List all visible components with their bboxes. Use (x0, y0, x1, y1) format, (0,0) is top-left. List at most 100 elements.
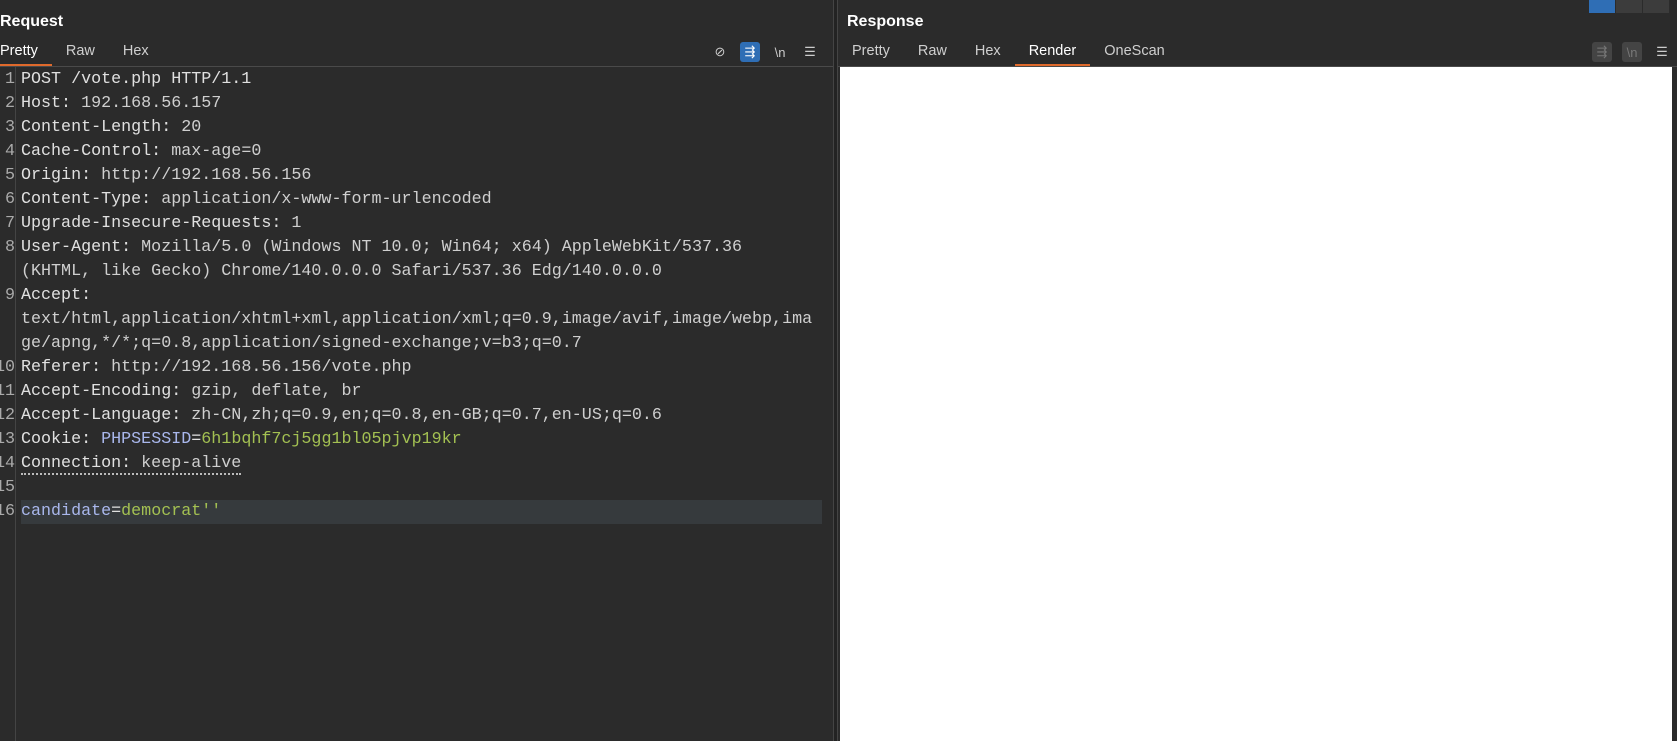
token: = (191, 430, 202, 449)
request-toolbar: ⊘ ⇶ \n ☰ (710, 42, 820, 62)
token: application/x-www-form-urlencoded (161, 190, 492, 209)
line-text: Accept: text/html,application/xhtml+xml,… (21, 284, 821, 356)
token: Content-Type: (21, 190, 162, 209)
word-wrap-icon[interactable]: ⇶ (740, 42, 760, 62)
token: PHPSESSID (101, 430, 192, 449)
line-text: Cache-Control: max-age=0 (21, 140, 821, 164)
line-number: 10 (0, 358, 15, 377)
request-title: Request (0, 13, 64, 30)
line-text: Referer: http://192.168.56.156/vote.php (21, 356, 821, 380)
token: User-Agent: (21, 238, 142, 257)
word-wrap-icon[interactable]: ⇶ (1592, 42, 1612, 62)
render-view (840, 67, 1672, 741)
tab-raw[interactable]: Raw (904, 40, 961, 66)
token: 6h1bqhf7cj5gg1bl05pjvp19kr (201, 430, 462, 449)
token: zh-CN,zh;q=0.9,en;q=0.8,en-GB;q=0.7,en-U… (191, 406, 662, 425)
line-text: User-Agent: Mozilla/5.0 (Windows NT 10.0… (21, 236, 821, 284)
tab-pretty[interactable]: Pretty (0, 40, 52, 66)
tab-hex[interactable]: Hex (109, 40, 163, 66)
token: http://192.168.56.156 (101, 166, 312, 185)
line-number: 9 (4, 286, 15, 305)
code-line[interactable]: 10 Referer: http://192.168.56.156/vote.ph… (0, 356, 830, 380)
code-line[interactable]: 1 POST /vote.php HTTP/1.1 (0, 68, 830, 92)
code-line[interactable]: 11 Accept-Encoding: gzip, deflate, br (0, 380, 830, 404)
tab-raw[interactable]: Raw (52, 40, 109, 66)
line-number: 15 (0, 478, 15, 497)
token: gzip, deflate, br (191, 382, 362, 401)
code-line[interactable]: 6 Content-Type: application/x-www-form-ur… (0, 188, 830, 212)
line-text: Host: 192.168.56.157 (21, 92, 821, 116)
layout-toggle[interactable] (1588, 0, 1669, 13)
token: Accept-Encoding: (21, 382, 192, 401)
layout-side-by-side-button[interactable] (1588, 0, 1615, 13)
line-number: 4 (4, 142, 15, 161)
code-line[interactable]: 7 Upgrade-Insecure-Requests: 1 (0, 212, 830, 236)
line-text: Upgrade-Insecure-Requests: 1 (21, 212, 821, 236)
line-number: 13 (0, 430, 15, 449)
token: 192.168.56.157 (81, 94, 222, 113)
line-number: 7 (4, 214, 15, 233)
code-line[interactable]: 8 User-Agent: Mozilla/5.0 (Windows NT 10.… (0, 236, 830, 284)
request-editor[interactable]: 1 POST /vote.php HTTP/1.1 2 Host: 192.168.5… (0, 68, 830, 524)
layout-tabs-button[interactable] (1642, 0, 1669, 13)
line-text: candidate=democrat'' (21, 500, 822, 524)
line-text: POST /vote.php HTTP/1.1 (21, 68, 821, 92)
line-text: Accept-Encoding: gzip, deflate, br (21, 380, 821, 404)
menu-icon[interactable]: ☰ (800, 42, 820, 62)
line-text: Content-Length: 20 (21, 116, 821, 140)
line-text: Origin: http://192.168.56.156 (21, 164, 821, 188)
token: http://192.168.56.156/vote.php (111, 358, 412, 377)
code-line[interactable]: 2 Host: 192.168.56.157 (0, 92, 830, 116)
token: Connection: (21, 454, 142, 473)
code-line[interactable]: 9 Accept: text/html,application/xhtml+xml… (0, 284, 830, 356)
newline-toggle[interactable]: \n (770, 42, 790, 62)
line-number: 8 (4, 238, 15, 257)
code-line[interactable]: 16 candidate=democrat'' (0, 500, 830, 524)
hide-eye-icon[interactable]: ⊘ (710, 42, 730, 62)
token: 20 (181, 118, 202, 137)
tab-onescan[interactable]: OneScan (1090, 40, 1178, 66)
token: Cookie: (21, 430, 102, 449)
token: max-age=0 (171, 142, 262, 161)
line-number: 11 (0, 382, 15, 401)
line-number: 12 (0, 406, 15, 425)
line-text: Connection: keep-alive (21, 452, 821, 476)
request-tabs: Pretty Raw Hex (0, 40, 163, 66)
line-number: 16 (0, 502, 15, 521)
code-line[interactable]: 14 Connection: keep-alive (0, 452, 830, 476)
code-line[interactable]: 4 Cache-Control: max-age=0 (0, 140, 830, 164)
code-line[interactable]: 15 (0, 476, 830, 500)
layout-stacked-button[interactable] (1615, 0, 1642, 13)
panel-splitter[interactable] (833, 0, 838, 741)
token: Accept: (21, 286, 102, 305)
divider (0, 66, 833, 67)
code-line[interactable]: 5 Origin: http://192.168.56.156 (0, 164, 830, 188)
token: Host: (21, 94, 82, 113)
code-line[interactable]: 13 Cookie: PHPSESSID=6h1bqhf7cj5gg1bl05pj… (0, 428, 830, 452)
token: candidate (21, 502, 112, 521)
newline-toggle[interactable]: \n (1622, 42, 1642, 62)
token: Content-Length: (21, 118, 182, 137)
line-text (21, 476, 821, 500)
line-text: Content-Type: application/x-www-form-url… (21, 188, 821, 212)
token: Accept-Language: (21, 406, 192, 425)
code-line[interactable]: 3 Content-Length: 20 (0, 116, 830, 140)
token: Origin: (21, 166, 102, 185)
tab-render[interactable]: Render (1014, 40, 1091, 66)
token: POST /vote.php HTTP/1.1 (21, 70, 252, 89)
tab-pretty[interactable]: Pretty (838, 40, 904, 66)
token: = (111, 502, 122, 521)
line-number: 2 (4, 94, 15, 113)
token: keep-alive (141, 454, 242, 473)
line-number: 1 (4, 70, 15, 89)
token: democrat'' (121, 502, 222, 521)
response-tabs: Pretty Raw Hex Render OneScan (838, 40, 1179, 66)
line-number: 5 (4, 166, 15, 185)
code-line[interactable]: 12 Accept-Language: zh-CN,zh;q=0.9,en;q=0… (0, 404, 830, 428)
line-number: 6 (4, 190, 15, 209)
tab-hex[interactable]: Hex (961, 40, 1015, 66)
response-toolbar: ⇶ \n ☰ (1592, 42, 1672, 62)
token: Referer: (21, 358, 112, 377)
menu-icon[interactable]: ☰ (1652, 42, 1672, 62)
token: text/html,application/xhtml+xml,applicat… (21, 310, 813, 353)
